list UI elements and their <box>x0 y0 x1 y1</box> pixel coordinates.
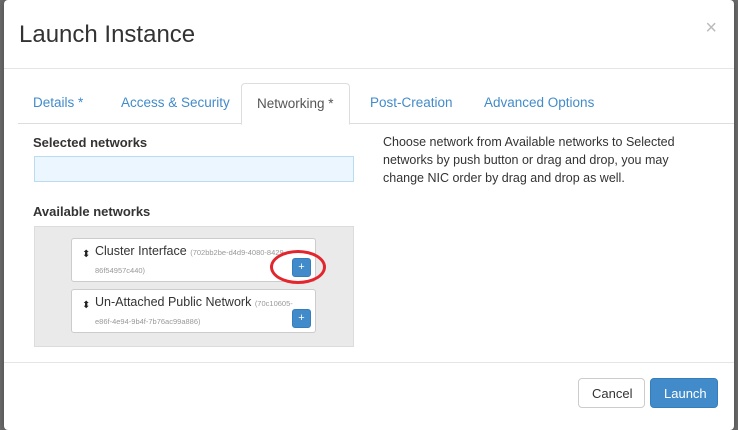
close-icon[interactable]: × <box>705 17 717 39</box>
network-item-public-network[interactable]: ⬍ Un-Attached Public Network (70c10605- … <box>71 289 316 333</box>
network-id-continued: e86f-4e94-9b4f-7b76ac99a886) <box>95 317 201 326</box>
available-networks-list: ⬍ Cluster Interface (702bb2be-d4d9-4080-… <box>34 226 354 347</box>
tab-post-creation[interactable]: Post-Creation <box>355 83 468 122</box>
tab-networking[interactable]: Networking * <box>241 83 350 125</box>
networking-help-text: Choose network from Available networks t… <box>383 135 675 185</box>
launch-instance-dialog: Launch Instance × Details * Access & Sec… <box>4 0 734 430</box>
modal-title: Launch Instance <box>19 21 196 48</box>
launch-button[interactable]: Launch <box>650 378 718 408</box>
sort-handle-icon[interactable]: ⬍ <box>82 301 90 311</box>
highlight-annotation-circle <box>270 250 326 284</box>
cancel-button[interactable]: Cancel <box>578 378 645 408</box>
add-network-button[interactable]: + <box>292 309 311 328</box>
network-id: (702bb2be-d4d9-4080-8429- <box>190 248 287 257</box>
selected-networks-dropzone[interactable] <box>34 156 354 182</box>
tab-advanced-options[interactable]: Advanced Options <box>469 83 609 122</box>
network-name: Un-Attached Public Network <box>95 295 252 309</box>
network-id-continued: 86f54957c440) <box>95 266 146 275</box>
network-name: Cluster Interface <box>95 244 187 258</box>
modal-header: Launch Instance × <box>4 0 734 69</box>
selected-networks-label: Selected networks <box>33 135 148 150</box>
tab-access-security[interactable]: Access & Security <box>106 83 245 122</box>
tab-bar: Details * Access & Security Networking *… <box>18 83 734 125</box>
network-id: (70c10605- <box>254 299 293 308</box>
available-networks-label: Available networks <box>33 204 151 219</box>
modal-footer: Cancel Launch <box>4 362 734 430</box>
sort-handle-icon[interactable]: ⬍ <box>82 250 90 260</box>
tab-details[interactable]: Details * <box>18 83 98 122</box>
